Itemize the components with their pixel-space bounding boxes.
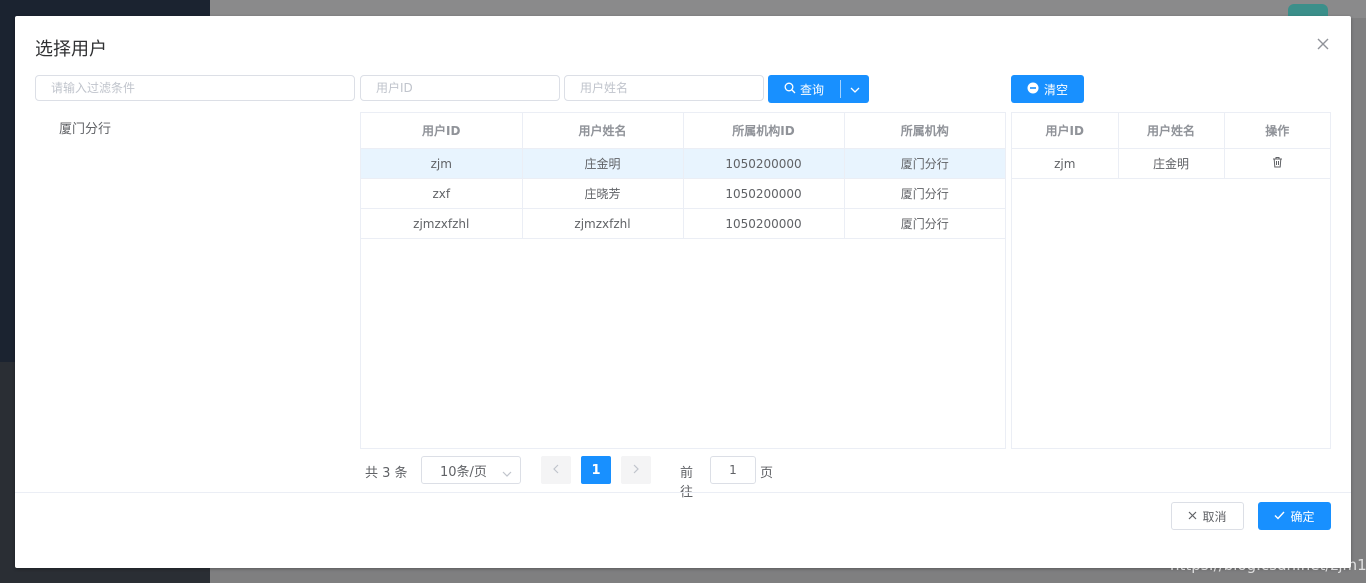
- chevron-down-icon: [502, 466, 512, 481]
- minus-circle-icon: [1027, 82, 1039, 97]
- page-suffix-label: 页: [760, 466, 774, 481]
- tree-node-xiamen-branch[interactable]: 厦门分行: [59, 118, 111, 137]
- cell-org-id: 1050200000: [683, 148, 845, 179]
- next-page-button[interactable]: [621, 456, 651, 484]
- dialog-title: 选择用户: [35, 39, 107, 60]
- cell-action: [1224, 148, 1330, 179]
- cell-user-name: 庄金明: [1118, 148, 1225, 179]
- query-button-label: 查询: [799, 82, 824, 97]
- table-header-row: 用户ID 用户姓名 所属机构ID 所属机构: [361, 113, 1005, 149]
- query-split-button: 查询: [768, 75, 869, 103]
- chevron-left-icon: [553, 463, 559, 478]
- close-icon[interactable]: [1315, 36, 1331, 52]
- cancel-button[interactable]: 取消: [1171, 502, 1244, 530]
- cell-user-id: zjm: [361, 148, 523, 179]
- chevron-down-icon: [850, 82, 860, 96]
- close-icon: [1188, 509, 1197, 523]
- search-icon: [784, 82, 796, 97]
- selected-users-table: 用户ID 用户姓名 操作 zjm 庄金明: [1011, 112, 1331, 449]
- user-id-input[interactable]: [360, 75, 560, 101]
- cell-org: 厦门分行: [844, 148, 1005, 179]
- chevron-right-icon: [633, 463, 639, 478]
- goto-label: 前往: [680, 466, 694, 500]
- confirm-button-label: 确定: [1290, 509, 1315, 524]
- page-size-select[interactable]: 10条/页: [421, 456, 521, 484]
- clear-button[interactable]: 清空: [1011, 75, 1084, 103]
- column-header-org[interactable]: 所属机构: [844, 113, 1005, 149]
- tree-filter-input[interactable]: [35, 75, 355, 101]
- column-header-org-id[interactable]: 所属机构ID: [683, 113, 845, 149]
- clear-button-label: 清空: [1043, 82, 1068, 97]
- table-row[interactable]: zjm 庄金明 1050200000 厦门分行: [361, 148, 1005, 179]
- table-row: zjm 庄金明: [1012, 148, 1330, 179]
- cell-user-id: zjmzxfzhl: [361, 208, 523, 239]
- user-name-input[interactable]: [564, 75, 764, 101]
- query-button[interactable]: 查询: [768, 75, 840, 103]
- column-header-user-name[interactable]: 用户姓名: [1118, 113, 1225, 149]
- cell-user-name: zjmzxfzhl: [522, 208, 684, 239]
- cell-user-name: 庄金明: [522, 148, 684, 179]
- cancel-button-label: 取消: [1202, 509, 1227, 524]
- pagination-total: 共 3 条: [365, 466, 408, 481]
- cell-org-id: 1050200000: [683, 208, 845, 239]
- check-icon: [1274, 509, 1285, 523]
- column-header-user-id[interactable]: 用户ID: [1012, 113, 1119, 149]
- column-header-user-name[interactable]: 用户姓名: [522, 113, 684, 149]
- page-number-current[interactable]: 1: [581, 456, 611, 484]
- cell-org-id: 1050200000: [683, 178, 845, 209]
- page-size-value: 10条/页: [440, 464, 487, 480]
- table-row[interactable]: zjmzxfzhl zjmzxfzhl 1050200000 厦门分行: [361, 208, 1005, 239]
- select-user-dialog: 选择用户 查询 清空 厦门分行 用户ID: [15, 16, 1351, 568]
- query-dropdown-button[interactable]: [841, 75, 869, 103]
- trash-icon[interactable]: [1272, 156, 1283, 171]
- table-row[interactable]: zxf 庄晓芳 1050200000 厦门分行: [361, 178, 1005, 209]
- cell-org: 厦门分行: [844, 178, 1005, 209]
- user-table: 用户ID 用户姓名 所属机构ID 所属机构 zjm 庄金明 1050200000…: [360, 112, 1006, 449]
- cell-user-id: zjm: [1012, 148, 1119, 179]
- column-header-user-id[interactable]: 用户ID: [361, 113, 523, 149]
- confirm-button[interactable]: 确定: [1258, 502, 1331, 530]
- table-header-row: 用户ID 用户姓名 操作: [1012, 113, 1330, 149]
- column-header-action: 操作: [1224, 113, 1330, 149]
- watermark-text: https://blog.csdn.net/zjm16: [1170, 556, 1366, 574]
- goto-page-input[interactable]: [710, 456, 756, 484]
- cell-user-name: 庄晓芳: [522, 178, 684, 209]
- cell-org: 厦门分行: [844, 208, 1005, 239]
- footer-divider: [15, 492, 1351, 493]
- cell-user-id: zxf: [361, 178, 523, 209]
- prev-page-button[interactable]: [541, 456, 571, 484]
